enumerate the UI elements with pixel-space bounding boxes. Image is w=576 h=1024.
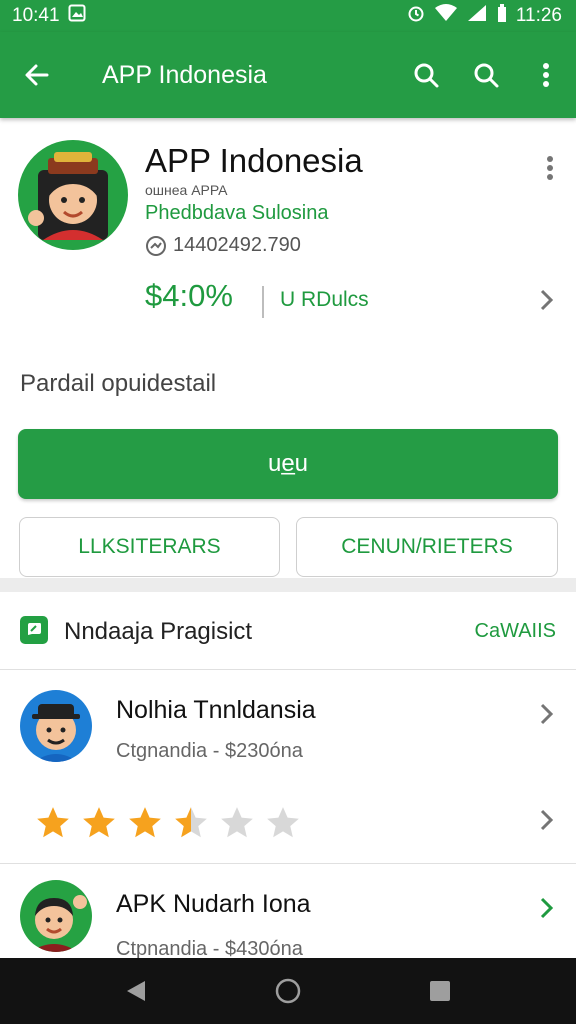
more-vert-icon [543,63,549,87]
chevron-right-icon [540,703,554,725]
list-item[interactable]: APK Nudarh Iona Ctpnandia - $430óna [0,864,576,958]
star-empty-icon [221,807,253,838]
app-bar: APP Indonesia [0,32,576,118]
nav-recents-icon [430,981,450,1001]
star-half-icon [175,807,207,838]
alarm-icon [406,3,426,29]
more-options-button[interactable] [516,32,576,118]
star-icon [37,807,69,838]
nav-back-button[interactable] [106,961,166,1021]
back-button[interactable] [0,32,74,118]
nav-home-icon [275,978,301,1004]
secondary-button-right[interactable]: CENUN/RIETERS [296,517,558,577]
list-item-subtitle: Ctgnandia - $230óna [116,740,303,762]
nav-back-icon [127,981,145,1001]
avatar [20,880,92,952]
wifi-icon [434,3,458,29]
nav-home-button[interactable] [258,961,318,1021]
search-icon [474,63,499,88]
rating-stars [34,804,302,842]
price-label: U RDulcs [280,288,369,311]
list-item-subtitle: Ctpnandia - $430óna [116,938,303,958]
avatar [20,690,92,762]
status-time-right: 11:26 [515,5,562,26]
status-bar: 10:41 11:26 [0,0,576,32]
install-button[interactable]: ue̲u [18,429,558,499]
status-time-left: 10:41 [12,5,60,26]
price-divider [262,286,264,318]
list-item-title: Nolhia Tnnldansia [116,696,316,724]
list-item-title: APK Nudarh Iona [116,890,311,918]
app-avatar [18,140,128,250]
section-action-link[interactable]: CaWAIIS [475,620,557,643]
rating-chevron[interactable] [532,804,560,836]
section-title: Nndaaja Pragisict [64,618,253,645]
app-name: APP Indonesia [145,142,363,179]
star-empty-icon [267,807,299,838]
chevron-right-icon [540,897,554,919]
card-more-button[interactable] [536,148,564,188]
app-id-row: 1440249⁠2.790 [145,234,301,257]
secondary-button-left[interactable]: LLKSITERARS [19,517,280,577]
section-separator [0,578,576,592]
app-id: 1440249⁠2.790 [173,234,301,256]
nav-recents-button[interactable] [410,961,470,1021]
battery-icon [496,3,508,29]
list-item[interactable]: Nolhia Tnnldansia Ctgnandia - $230óna [0,670,576,864]
price-chevron[interactable] [532,284,560,316]
search-icon [414,63,439,88]
list-item-chevron[interactable] [532,892,560,924]
system-nav-bar [0,958,576,1024]
app-bar-title: APP Indonesia [102,60,267,89]
chevron-right-icon [540,289,554,311]
star-icon [129,807,161,838]
back-arrow-icon [25,64,49,86]
message-icon [20,616,48,644]
list-item-chevron[interactable] [532,698,560,730]
chevron-right-icon [540,809,554,831]
signal-icon [466,3,488,29]
section-header: Nndaaja Pragisict CaWAIIS [0,592,576,670]
search-button[interactable] [396,32,456,118]
search-button-2[interactable] [456,32,516,118]
app-subtitle: ошнеа APPA [145,182,228,198]
clock-icon [146,235,166,256]
star-icon [83,807,115,838]
more-vert-icon [547,156,553,180]
app-header: APP Indonesia ошнеа APPA Phedbdava Sulos… [0,118,576,578]
app-developer[interactable]: Phedbdava Sulosina [145,202,328,225]
detail-text: Pardail opuidestail [20,370,217,397]
app-price: $4:0% [145,278,233,313]
image-notification-icon [68,4,86,28]
